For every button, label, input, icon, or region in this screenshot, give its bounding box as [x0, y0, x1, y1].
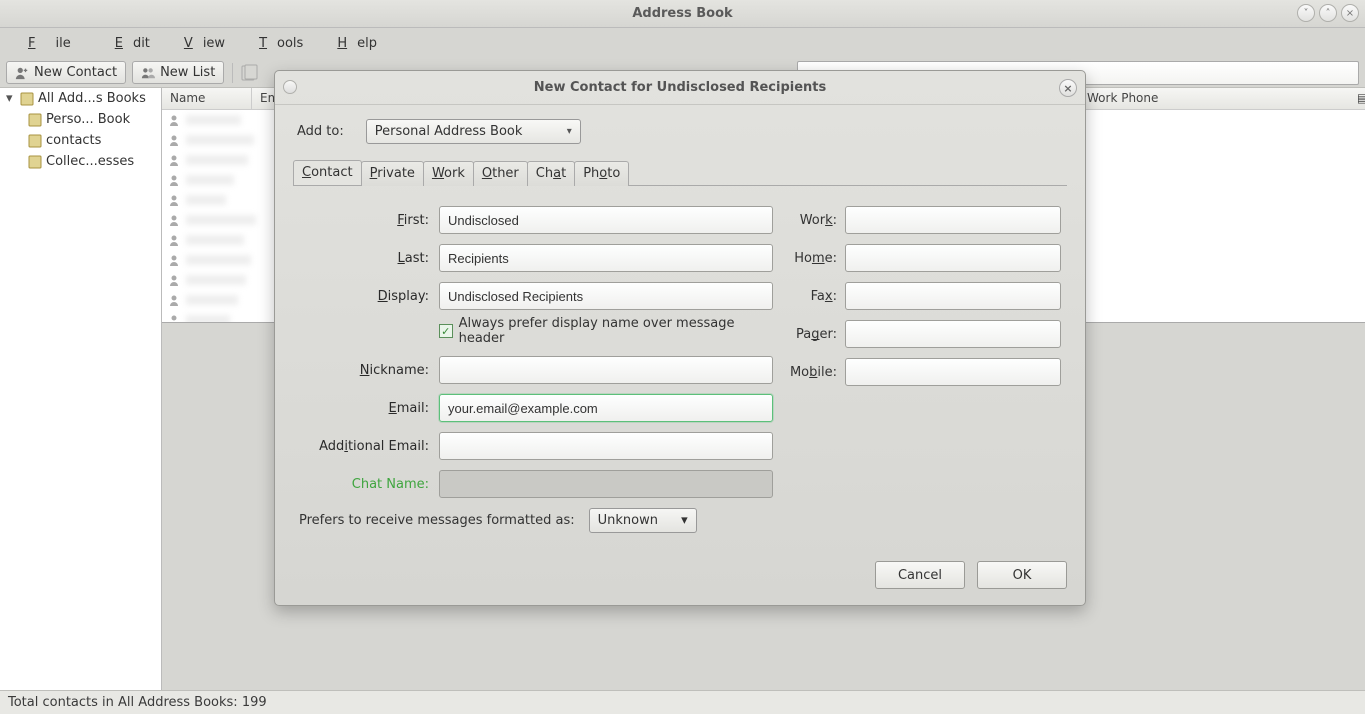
work-label: Work:: [781, 213, 837, 228]
window-minimize-button[interactable]: ˅: [1297, 4, 1315, 22]
chat-name-input: [439, 470, 773, 498]
tree-item-label: contacts: [46, 133, 101, 148]
nickname-input[interactable]: [439, 356, 773, 384]
tree-item-label: Perso... Book: [46, 112, 130, 127]
toolbar-separator: [232, 63, 233, 83]
window-titlebar: Address Book ˅ ˄ ×: [0, 0, 1365, 28]
tab-contact[interactable]: Contact: [293, 160, 362, 185]
fax-label: Fax:: [781, 289, 837, 304]
additional-email-label: Additional Email:: [299, 439, 429, 454]
additional-email-input[interactable]: [439, 432, 773, 460]
prefer-display-label: Always prefer display name over message …: [459, 316, 773, 346]
expander-icon[interactable]: ▾: [6, 91, 16, 106]
menu-help[interactable]: Help: [317, 32, 387, 55]
add-to-value: Personal Address Book: [375, 124, 523, 139]
person-icon: [168, 114, 180, 126]
tree-item-contacts[interactable]: contacts: [0, 130, 161, 151]
people-icon: [141, 66, 155, 80]
tree-item-collected[interactable]: Collec...esses: [0, 151, 161, 172]
pager-input[interactable]: [845, 320, 1061, 348]
chat-name-label: Chat Name:: [299, 477, 429, 492]
address-books-sidebar: ▾ All Add...s Books Perso... Book contac…: [0, 88, 162, 690]
tab-chat[interactable]: Chat: [527, 161, 575, 186]
mobile-label: Mobile:: [781, 365, 837, 380]
tree-root-label: All Add...s Books: [38, 91, 146, 106]
tree-item-personal[interactable]: Perso... Book: [0, 109, 161, 130]
first-label: First:: [299, 213, 429, 228]
dialog-titlebar: New Contact for Undisclosed Recipients ×: [275, 71, 1085, 105]
properties-icon[interactable]: [241, 64, 259, 82]
cancel-button[interactable]: Cancel: [875, 561, 965, 589]
display-label: Display:: [299, 289, 429, 304]
fax-input[interactable]: [845, 282, 1061, 310]
menu-file[interactable]: File: [8, 32, 91, 55]
work-phone-input[interactable]: [845, 206, 1061, 234]
window-title: Address Book: [632, 6, 732, 21]
menu-view[interactable]: View: [164, 32, 235, 55]
email-label: Email:: [299, 401, 429, 416]
tab-work[interactable]: Work: [423, 161, 474, 186]
window-maximize-button[interactable]: ˄: [1319, 4, 1337, 22]
pref-format-label: Prefers to receive messages formatted as…: [299, 513, 575, 528]
tab-photo[interactable]: Photo: [574, 161, 629, 186]
tab-private[interactable]: Private: [361, 161, 424, 186]
last-label: Last:: [299, 251, 429, 266]
window-close-button[interactable]: ×: [1341, 4, 1359, 22]
home-phone-input[interactable]: [845, 244, 1061, 272]
tab-other[interactable]: Other: [473, 161, 528, 186]
prefer-display-checkbox[interactable]: ✓: [439, 324, 453, 338]
dialog-close-button[interactable]: ×: [1059, 79, 1077, 97]
column-work-phone[interactable]: Work Phone: [1079, 88, 1349, 109]
book-icon: [28, 155, 42, 169]
pref-format-value: Unknown: [598, 513, 658, 528]
pref-format-dropdown[interactable]: Unknown ▾: [589, 508, 697, 533]
dialog-title: New Contact for Undisclosed Recipients: [534, 80, 826, 95]
pager-label: Pager:: [781, 327, 837, 342]
add-to-dropdown[interactable]: Personal Address Book ▾: [366, 119, 581, 144]
book-icon: [28, 134, 42, 148]
new-list-label: New List: [160, 65, 215, 80]
new-list-button[interactable]: New List: [132, 61, 224, 84]
dialog-tabs: Contact Private Work Other Chat Photo: [293, 160, 1067, 186]
tree-root-all-books[interactable]: ▾ All Add...s Books: [0, 88, 161, 109]
mobile-input[interactable]: [845, 358, 1061, 386]
menu-edit[interactable]: Edit: [95, 32, 160, 55]
status-bar: Total contacts in All Address Books: 199: [0, 690, 1365, 714]
chevron-down-icon: ▾: [567, 126, 572, 137]
ok-button[interactable]: OK: [977, 561, 1067, 589]
menu-tools[interactable]: Tools: [239, 32, 313, 55]
nickname-label: Nickname:: [299, 363, 429, 378]
last-input[interactable]: [439, 244, 773, 272]
status-text: Total contacts in All Address Books: 199: [8, 695, 267, 710]
column-name[interactable]: Name: [162, 88, 252, 109]
first-input[interactable]: [439, 206, 773, 234]
menubar: File Edit View Tools Help: [0, 28, 1365, 58]
tree-item-label: Collec...esses: [46, 154, 134, 169]
person-plus-icon: [15, 66, 29, 80]
dialog-menu-dot[interactable]: [283, 80, 297, 94]
new-contact-label: New Contact: [34, 65, 117, 80]
home-label: Home:: [781, 251, 837, 266]
book-icon: [28, 113, 42, 127]
column-picker-icon[interactable]: ▤: [1349, 88, 1365, 109]
chevron-down-icon: ▾: [681, 513, 688, 528]
new-contact-button[interactable]: New Contact: [6, 61, 126, 84]
new-contact-dialog: New Contact for Undisclosed Recipients ×…: [274, 70, 1086, 606]
email-input[interactable]: [439, 394, 773, 422]
add-to-label: Add to:: [297, 124, 344, 139]
display-input[interactable]: [439, 282, 773, 310]
book-icon: [20, 92, 34, 106]
